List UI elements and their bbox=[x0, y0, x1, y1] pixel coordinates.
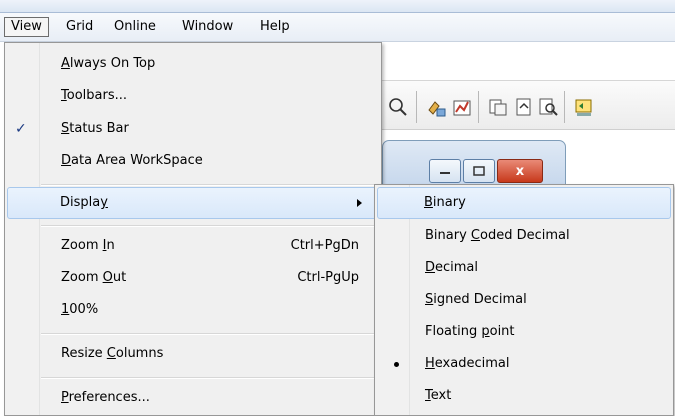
menu-item-label: Binary Coded Decimal bbox=[425, 228, 570, 243]
menu-item-binary-coded-decimal[interactable]: Binary Coded Decimal bbox=[377, 221, 671, 251]
menu-item-floating-point[interactable]: Floating point bbox=[377, 317, 671, 347]
toolbar-separator bbox=[416, 91, 417, 123]
menu-item-toolbars[interactable]: Toolbars... bbox=[7, 81, 379, 111]
menu-item-always-on-top[interactable]: Always On Top bbox=[7, 49, 379, 79]
menu-item-signed-decimal[interactable]: Signed Decimal bbox=[377, 285, 671, 315]
menu-item-resize-columns[interactable]: Resize Columns bbox=[7, 339, 379, 369]
window-titlebar-edge bbox=[0, 0, 675, 13]
menu-item-label: Floating point bbox=[425, 324, 515, 339]
minimize-button[interactable] bbox=[429, 159, 461, 183]
menu-item-label: Display bbox=[60, 195, 108, 210]
menu-view[interactable]: View bbox=[4, 17, 49, 37]
menu-item-binary[interactable]: Binary bbox=[377, 187, 671, 219]
menu-help[interactable]: Help bbox=[254, 17, 296, 37]
menu-item-label: Status Bar bbox=[61, 121, 129, 136]
menu-item-label: Hexadecimal bbox=[425, 356, 510, 371]
menu-item-label: Preferences... bbox=[61, 390, 150, 405]
find-icon[interactable] bbox=[536, 95, 560, 119]
radio-bullet-icon bbox=[394, 362, 399, 367]
checkmark-icon: ✓ bbox=[15, 121, 27, 137]
menu-item-label: 100% bbox=[61, 302, 99, 317]
menu-item-100-percent[interactable]: 100% bbox=[7, 295, 379, 325]
menu-online[interactable]: Online bbox=[108, 17, 162, 37]
submenu-arrow-icon bbox=[357, 199, 362, 207]
chart-icon[interactable] bbox=[450, 95, 474, 119]
menu-item-label: Zoom Out bbox=[61, 270, 127, 285]
menu-item-data-area-workspace[interactable]: Data Area WorkSpace bbox=[7, 146, 379, 176]
probe-icon[interactable] bbox=[424, 95, 448, 119]
menu-item-label: Binary bbox=[424, 195, 466, 210]
shortcut-label: Ctrl+PgDn bbox=[290, 238, 359, 253]
menu-item-label: Data Area WorkSpace bbox=[61, 153, 203, 168]
copy-icon[interactable] bbox=[486, 95, 510, 119]
toolbar-separator bbox=[564, 91, 565, 123]
menu-item-label: Decimal bbox=[425, 260, 479, 275]
menu-item-label: Zoom In bbox=[61, 238, 115, 253]
menu-item-label: Toolbars... bbox=[61, 88, 127, 103]
menu-item-label: Always On Top bbox=[61, 56, 156, 71]
menu-item-label: Signed Decimal bbox=[425, 292, 527, 307]
close-icon: x bbox=[515, 163, 525, 179]
menu-window[interactable]: Window bbox=[176, 17, 239, 37]
export-icon[interactable] bbox=[512, 95, 536, 119]
menu-separator bbox=[41, 333, 379, 335]
menu-item-zoom-in[interactable]: Zoom In Ctrl+PgDn bbox=[7, 231, 379, 261]
menu-item-preferences[interactable]: Preferences... bbox=[7, 383, 379, 413]
minimize-icon bbox=[440, 172, 450, 174]
menu-grid[interactable]: Grid bbox=[60, 17, 99, 37]
menu-item-status-bar[interactable]: ✓ Status Bar bbox=[7, 114, 379, 144]
child-window-titlebar: x bbox=[382, 140, 566, 188]
toolbar-separator bbox=[478, 91, 479, 123]
menu-item-decimal[interactable]: Decimal bbox=[377, 253, 671, 283]
menu-item-zoom-out[interactable]: Zoom Out Ctrl-PgUp bbox=[7, 263, 379, 293]
zoom-icon[interactable] bbox=[386, 95, 410, 119]
menu-separator bbox=[41, 184, 379, 186]
menu-item-label: Text bbox=[425, 388, 452, 403]
display-submenu: Binary Binary Coded Decimal Decimal Sign… bbox=[374, 184, 674, 416]
restore-icon bbox=[473, 166, 485, 176]
settings-icon[interactable] bbox=[572, 95, 596, 119]
menu-item-display[interactable]: Display bbox=[7, 187, 379, 219]
menu-item-hexadecimal[interactable]: Hexadecimal bbox=[377, 349, 671, 379]
menu-bar: View Grid Online Window Help bbox=[0, 13, 675, 42]
menu-separator bbox=[41, 225, 379, 227]
close-button[interactable]: x bbox=[497, 159, 543, 183]
view-menu: Always On Top Toolbars... ✓ Status Bar D… bbox=[4, 42, 382, 416]
menu-item-label: Resize Columns bbox=[61, 346, 164, 361]
restore-button[interactable] bbox=[463, 159, 495, 183]
toolbar bbox=[380, 80, 675, 130]
menu-item-text[interactable]: Text bbox=[377, 381, 671, 411]
shortcut-label: Ctrl-PgUp bbox=[297, 270, 359, 285]
menu-separator bbox=[41, 377, 379, 379]
